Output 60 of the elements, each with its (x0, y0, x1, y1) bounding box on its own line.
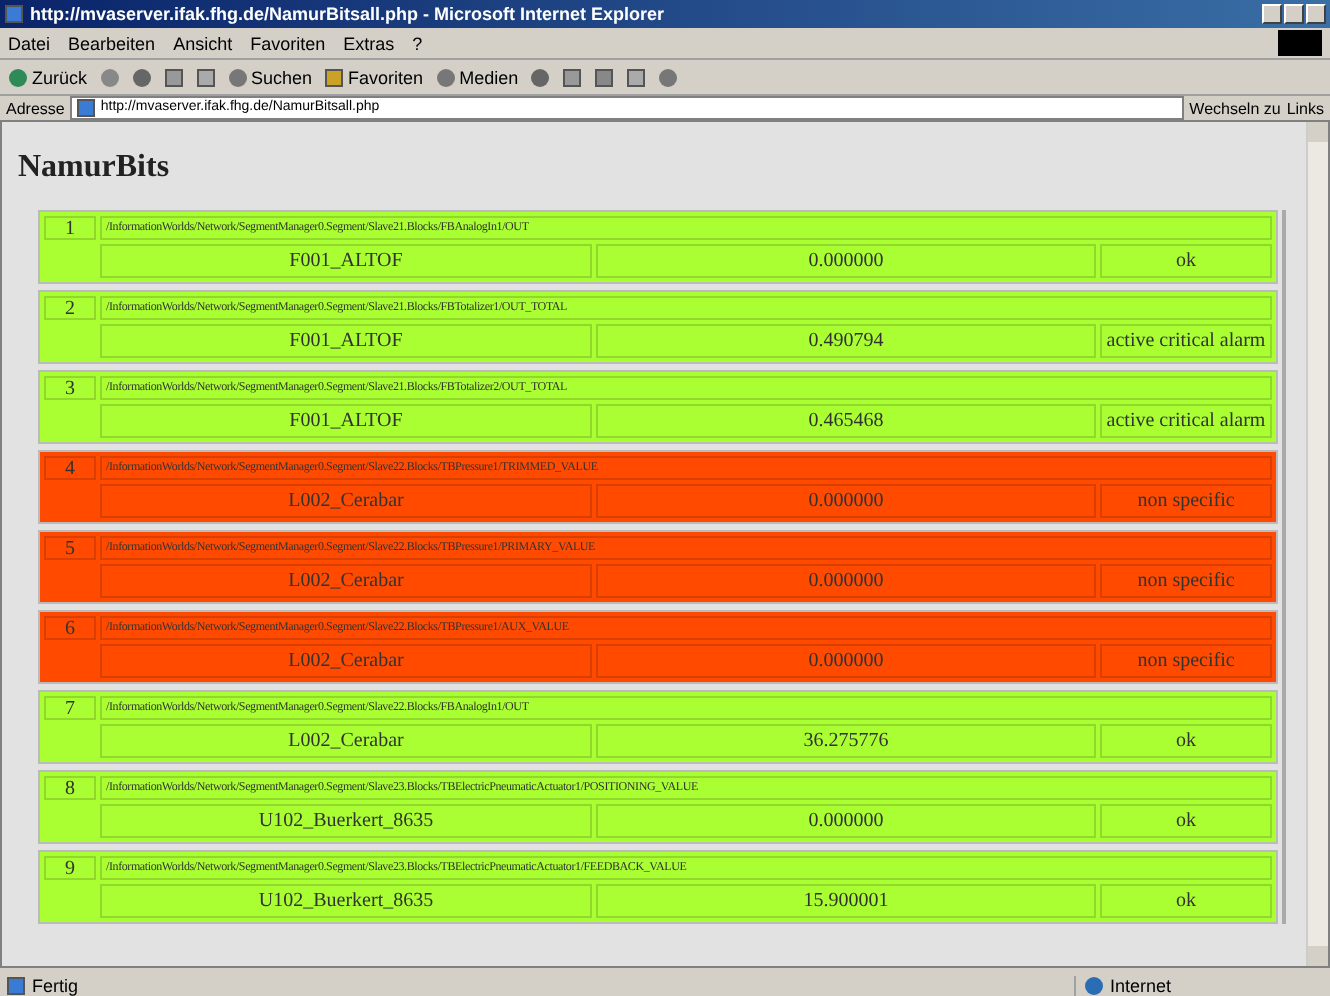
device-cell: F001_ALTOF (100, 404, 592, 438)
row-index: 7 (44, 696, 96, 720)
address-label: Adresse (6, 99, 65, 117)
value-cell: 0.490794 (596, 324, 1096, 358)
back-button[interactable]: Zurück (8, 67, 88, 87)
page-icon (6, 975, 26, 995)
close-button[interactable] (1306, 4, 1326, 24)
device-cell: L002_Cerabar (100, 484, 592, 518)
page-heading: NamurBits (18, 150, 172, 186)
zone-text: Internet (1110, 975, 1172, 995)
device-cell: L002_Cerabar (100, 564, 592, 598)
row-index: 5 (44, 536, 96, 560)
value-cell: 36.275776 (596, 724, 1096, 758)
value-cell: 0.000000 (596, 484, 1096, 518)
device-cell: U102_Buerkert_8635 (100, 884, 592, 918)
menu-item[interactable]: Ansicht (173, 33, 233, 53)
links-button[interactable]: Links (1286, 99, 1324, 117)
row-index: 9 (44, 856, 96, 880)
menu-item[interactable]: ? (412, 33, 423, 53)
status-cell: non specific (1100, 484, 1272, 518)
favorites-button[interactable]: Favoriten (324, 67, 424, 87)
device-cell: U102_Buerkert_8635 (100, 804, 592, 838)
status-text: Fertig (32, 975, 79, 995)
value-cell: 15.900001 (596, 884, 1096, 918)
status-cell: ok (1100, 804, 1272, 838)
media-button[interactable]: Medien (435, 67, 519, 87)
row-index: 8 (44, 776, 96, 800)
device-cell: F001_ALTOF (100, 244, 592, 278)
row-index: 2 (44, 296, 96, 320)
menu-item[interactable]: Favoriten (250, 33, 326, 53)
browser-icon (4, 4, 24, 24)
minimize-button[interactable] (1262, 4, 1282, 24)
menu-item[interactable]: Bearbeiten (68, 33, 156, 53)
value-cell: 0.000000 (596, 244, 1096, 278)
device-cell: L002_Cerabar (100, 644, 592, 678)
go-button[interactable]: Wechseln zu (1189, 99, 1281, 117)
device-cell: L002_Cerabar (100, 724, 592, 758)
menu-item[interactable]: Datei (8, 33, 51, 53)
row-index: 1 (44, 216, 96, 240)
status-cell: active critical alarm (1100, 404, 1272, 438)
menu-item[interactable]: Extras (343, 33, 395, 53)
value-cell: 0.000000 (596, 564, 1096, 598)
folder-icon (324, 67, 345, 87)
row-index: 6 (44, 616, 96, 640)
device-cell: F001_ALTOF (100, 324, 592, 358)
page-icon (76, 98, 97, 118)
search-button[interactable]: Suchen (227, 67, 313, 87)
value-cell: 0.465468 (596, 404, 1096, 438)
window-title: http://mvaserver.ifak.fhg.de/NamurBitsall.php - Microsoft Internet Explorer (30, 4, 665, 24)
status-cell: ok (1100, 724, 1272, 758)
status-cell: non specific (1100, 644, 1272, 678)
row-index: 4 (44, 456, 96, 480)
maximize-button[interactable] (1284, 4, 1304, 24)
value-cell: 0.000000 (596, 804, 1096, 838)
status-cell: non specific (1100, 564, 1272, 598)
value-cell: 0.000000 (596, 644, 1096, 678)
status-cell: active critical alarm (1100, 324, 1272, 358)
status-cell: ok (1100, 884, 1272, 918)
status-cell: ok (1100, 244, 1272, 278)
row-index: 3 (44, 376, 96, 400)
